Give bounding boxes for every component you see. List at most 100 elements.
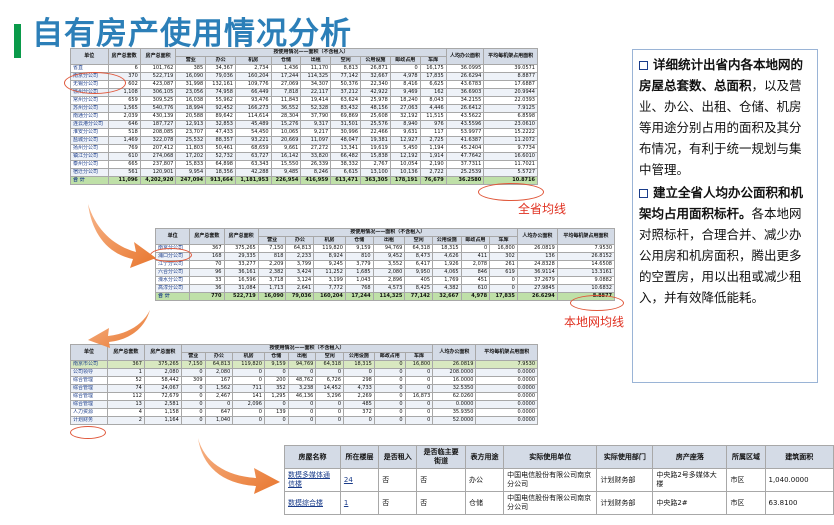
table-cell: 0.0000 [475, 400, 538, 409]
table-cell: 0 [204, 400, 234, 409]
table-cell: 114,614 [234, 112, 272, 121]
table-row: 南通分公司 2,039 430,139 20,588 89,642 114,614 28,3… [70, 112, 538, 121]
unit-name-cell: 镇江分公司 [70, 152, 109, 161]
table-cell: 74 [106, 384, 145, 393]
table-cell: 0 [232, 376, 265, 385]
table-cell: 35.9350 [432, 408, 477, 417]
table-cell: 0 [263, 400, 289, 409]
table-cell: 4,626 [432, 252, 462, 261]
table-cell: 25,978 [360, 96, 391, 105]
table-cell: 16,175 [419, 64, 447, 73]
table-cell: 3,424 [285, 268, 315, 277]
table-cell: 34.2155 [445, 96, 485, 105]
table-cell: 26,339 [300, 160, 332, 169]
table-row: 人力资源 4 1,158 0 647 0 139 0 0 372 0 0 35.9350 0.0000 [70, 408, 538, 417]
table-cell: 52,328 [300, 104, 332, 113]
table-cell: 1,040.0000 [764, 468, 834, 492]
column-header: 建筑面积 [764, 445, 834, 469]
table-cell: 613,471 [330, 176, 361, 185]
table-cell: 0 [315, 408, 345, 417]
table-cell: 309 [180, 376, 206, 385]
unit-name-cell: 扬州分公司 [70, 144, 109, 153]
table-cell: 913,664 [205, 176, 236, 185]
table-cell: 37.2679 [516, 276, 558, 285]
table-cell: 3,124 [285, 276, 315, 285]
table-cell: 16,090 [257, 292, 287, 301]
column-header: 机房 [232, 352, 265, 361]
column-header: 表方用途 [465, 445, 505, 469]
table-cell: 208,085 [139, 128, 177, 137]
table-cell: 4,978 [389, 72, 421, 81]
table-cell: 405 [404, 276, 434, 285]
table-cell: 25.2539 [445, 168, 485, 177]
table-cell: 610 [460, 284, 491, 293]
table-cell: 0 [343, 416, 375, 425]
table-cell: 112 [106, 392, 145, 401]
table-cell: 否 [378, 468, 418, 492]
table-row: 合 计 11,096 4,202,920 247,094 913,664 1,181,95… [70, 176, 538, 185]
table-cell: 31,501 [330, 120, 361, 129]
table-cell: 17,835 [419, 72, 447, 81]
table-cell: 20,669 [270, 136, 302, 145]
table-cell: 33,277 [223, 260, 259, 269]
unit-name-cell: 连云港分公司 [70, 120, 109, 129]
table-cell: 4,065 [432, 268, 462, 277]
table-cell: 中央路2# [652, 491, 728, 515]
table-cell: 1,685 [344, 268, 374, 277]
table-cell: 522,719 [223, 292, 259, 301]
highlight-oval-finance [70, 426, 106, 439]
table-row: 苏州分公司 1,565 540,776 18,994 92,452 166,273 36,5… [70, 104, 538, 113]
table-cell: 26.6412 [445, 104, 485, 113]
table-cell: 9,159 [263, 360, 289, 369]
table-cell: 818 [257, 252, 287, 261]
table-cell: 0 [373, 392, 406, 401]
table-row: 浦口分公司 168 29,335 818 2,233 8,924 810 9,452 8,473… [154, 252, 616, 261]
table-cell: 4,573 [372, 284, 406, 293]
table-cell: 64,898 [205, 160, 236, 169]
table-cell: 16,800 [489, 244, 518, 253]
table-cell: 0 [373, 384, 406, 393]
table-cell: 646 [107, 120, 141, 129]
table-cell: 29,335 [223, 252, 259, 261]
table-cell: 17,244 [270, 72, 302, 81]
table-cell: 322,078 [139, 136, 177, 145]
table-cell: 否 [416, 468, 467, 492]
table-cell: 4 [106, 408, 145, 417]
table-cell: 48,762 [287, 376, 317, 385]
table-cell: 8,924 [313, 252, 346, 261]
floor-link[interactable]: 24 [339, 468, 380, 492]
table-cell: 11,097 [300, 136, 332, 145]
table-row: 淮安分公司 518 208,085 23,707 47,433 54,450 10,065 9… [70, 128, 538, 137]
table-cell: 64,813 [204, 360, 234, 369]
table-cell: 8.8877 [483, 72, 538, 81]
table-row: 综合管理 52 58,442 309 167 0 200 48,762 6,726 298 0 0 16… [70, 376, 538, 385]
table-cell: 94,769 [287, 360, 317, 369]
table-cell: 0 [404, 384, 434, 393]
property-name-link[interactable]: 数模多媒体通信楼 [284, 468, 341, 492]
column-header: 出租 [372, 236, 406, 245]
table-cell: 16,800 [404, 360, 434, 369]
column-header: 营业 [175, 56, 207, 65]
table-cell: 0 [180, 384, 206, 393]
table-cell: 11.2072 [483, 136, 538, 145]
property-name-link[interactable]: 数模综合楼 [284, 491, 341, 515]
table-cell: 4,382 [432, 284, 462, 293]
table-header-row: 单位 房产总套数 房产总面积 按使用情况——面积（不含租入） 人均办公面积 平均每机架占用… [70, 48, 538, 65]
column-header: 房产总面积 [139, 48, 177, 65]
table-cell: 352 [263, 384, 289, 393]
table-cell: 0 [180, 408, 206, 417]
table-cell: 32,853 [205, 120, 236, 129]
table-cell: 0 [404, 368, 434, 377]
table-cell: 8,043 [419, 96, 447, 105]
table-cell: 9.0882 [556, 276, 616, 285]
table-cell: 1,713 [257, 284, 287, 293]
floor-link[interactable]: 1 [339, 491, 380, 515]
table-cell: 2,734 [234, 64, 272, 73]
table-cell: 27.9845 [516, 284, 558, 293]
table-cell: 1,565 [107, 104, 141, 113]
table-cell: 411 [460, 252, 491, 261]
table-cell: 522,719 [139, 72, 177, 81]
table-cell: 2,767 [360, 160, 391, 169]
table-cell: 2,039 [107, 112, 141, 121]
table-cell: 13,341 [330, 144, 361, 153]
